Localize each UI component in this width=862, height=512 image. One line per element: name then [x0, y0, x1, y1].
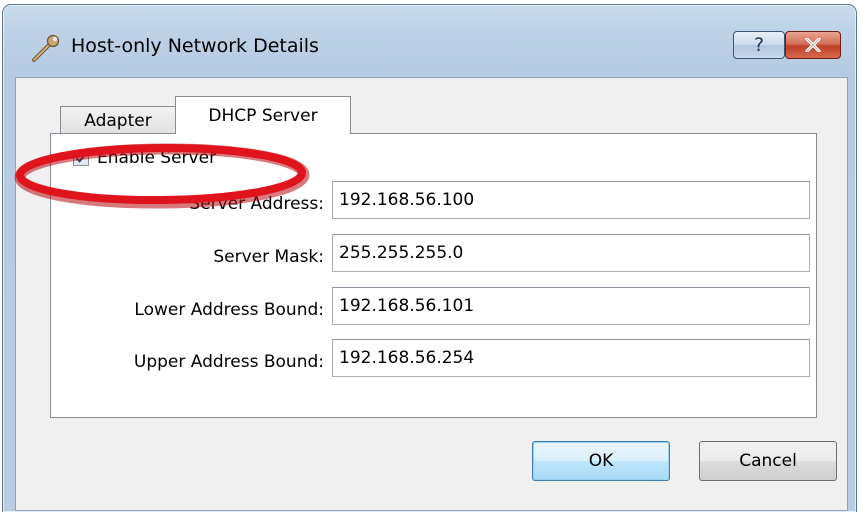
dialog-client-area: Adapter DHCP Server Enable Server Server… — [15, 77, 848, 511]
ok-button-label: OK — [588, 451, 614, 471]
tab-adapter-label: Adapter — [84, 110, 152, 131]
help-icon: ? — [753, 34, 765, 56]
tab-dhcp-server-label: DHCP Server — [208, 105, 318, 126]
ok-button[interactable]: OK — [532, 441, 670, 481]
enable-server-checkbox[interactable] — [73, 150, 89, 166]
tab-dhcp-server[interactable]: DHCP Server — [175, 96, 351, 134]
server-mask-input[interactable] — [332, 234, 810, 272]
cancel-button[interactable]: Cancel — [699, 441, 837, 481]
help-button[interactable]: ? — [733, 31, 785, 59]
dialog-window: Host-only Network Details ? Adapter DHCP… — [2, 4, 857, 512]
upper-address-bound-label: Upper Address Bound: — [133, 352, 324, 372]
wrench-icon — [32, 34, 60, 62]
tab-adapter[interactable]: Adapter — [60, 106, 176, 134]
upper-address-bound-input[interactable] — [332, 339, 810, 377]
server-address-label: Server Address: — [189, 194, 324, 214]
server-mask-label: Server Mask: — [213, 247, 324, 267]
window-title: Host-only Network Details — [71, 35, 319, 57]
enable-server-label: Enable Server — [97, 148, 217, 168]
enable-server-option[interactable]: Enable Server — [73, 148, 216, 168]
lower-address-bound-input[interactable] — [332, 287, 810, 325]
lower-bound-row: Lower Address Bound: — [51, 300, 324, 322]
close-icon — [805, 38, 821, 52]
close-button[interactable] — [785, 31, 841, 59]
dhcp-server-panel: Enable Server Server Address: Server Mas… — [50, 133, 817, 418]
server-address-input[interactable] — [332, 181, 810, 219]
server-address-row: Server Address: — [51, 194, 324, 216]
server-mask-row: Server Mask: — [51, 247, 324, 269]
lower-address-bound-label: Lower Address Bound: — [134, 300, 324, 320]
cancel-button-label: Cancel — [739, 451, 797, 471]
checkmark-icon — [75, 153, 87, 163]
upper-bound-row: Upper Address Bound: — [51, 352, 324, 374]
